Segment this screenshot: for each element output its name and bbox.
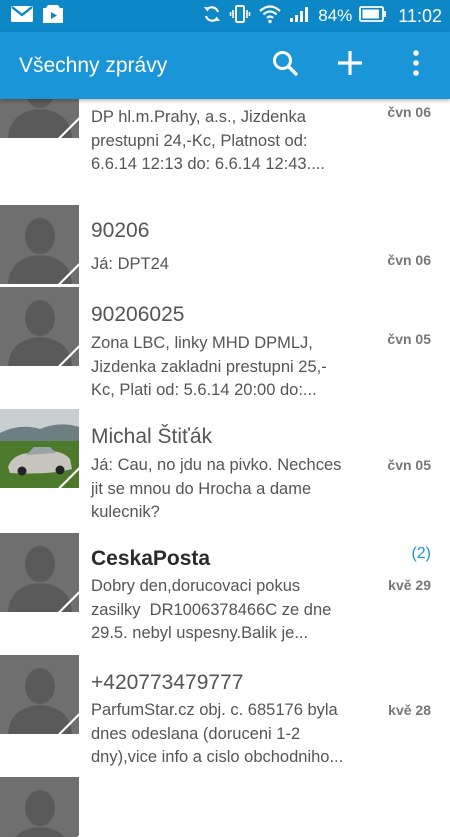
message-date: čvn 05 xyxy=(387,331,431,347)
snippet-line: dny),vice info a cislo obchodniho... xyxy=(91,748,344,766)
add-icon xyxy=(336,49,364,82)
message-snippet: Já: Cau, no jdu na pivko. Nechces jit se … xyxy=(91,454,381,525)
overflow-menu-icon xyxy=(411,49,421,82)
contact-name: CeskaPosta xyxy=(91,547,211,570)
conversation-row[interactable]: +420773479777 ParfumStar.cz obj. c. 68517… xyxy=(0,655,450,778)
message-date: čvn 06 xyxy=(387,252,431,268)
snippet-line: kulecnik? xyxy=(91,503,160,521)
snippet-line: Zona LBC, linky MHD DPMLJ, xyxy=(91,334,313,352)
message-date: čvn 05 xyxy=(387,457,431,473)
snippet-line: 29.5. nebyl uspesny.Balik je... xyxy=(91,624,309,642)
message-date: kvě 29 xyxy=(388,577,431,593)
wifi-icon xyxy=(258,4,282,29)
contact-avatar-icon[interactable] xyxy=(0,777,79,837)
search-button[interactable] xyxy=(268,48,302,82)
battery-percent: 84% xyxy=(318,6,353,25)
snippet-line: Kc, Plati od: 5.6.14 20:00 do:... xyxy=(91,381,317,399)
snippet-line: Dobry den,dorucovaci pokus xyxy=(91,577,301,595)
conversation-row[interactable]: 90206025 Zona LBC, linky MHD DPMLJ, Jizden… xyxy=(0,287,450,410)
contact-name: Michal Štiťák xyxy=(91,425,213,448)
conversation-row[interactable]: CeskaPosta Dobry den,dorucovaci pokus zasi… xyxy=(0,533,450,656)
contact-name: 90206025 xyxy=(91,303,185,326)
contact-avatar-icon[interactable] xyxy=(0,287,79,366)
sync-icon xyxy=(202,4,222,29)
conversation-row[interactable]: Michal Štiťák Já: Cau, no jdu na pivko. N… xyxy=(0,409,450,534)
message-snippet: Zona LBC, linky MHD DPMLJ, Jizdenka zakla… xyxy=(91,332,381,403)
snippet-line: Já: DPT24 xyxy=(91,255,169,273)
contact-name: 90206 xyxy=(91,219,150,242)
snippet-line: ParfumStar.cz obj. c. 685176 byla xyxy=(91,701,338,719)
unread-count-badge: (2) xyxy=(411,545,431,562)
snippet-line: prestupni 24,-Kc, Platnost od: xyxy=(91,131,308,150)
clock: 11:02 xyxy=(398,5,442,26)
contact-avatar-icon[interactable] xyxy=(0,655,79,734)
overflow-menu-button[interactable] xyxy=(399,48,433,82)
search-icon xyxy=(271,49,299,82)
conversation-row-partial[interactable] xyxy=(0,777,450,837)
contact-name: +420773479777 xyxy=(91,671,244,694)
battery-icon xyxy=(359,5,387,27)
snippet-line: Jizdenka zakladni prestupni 25,- xyxy=(91,357,327,376)
snippet-line: zasilky DR1006378466C ze dne xyxy=(91,600,332,619)
snippet-line: 6.6.14 12:13 do: 6.6.14 12:43.... xyxy=(91,155,325,173)
play-store-icon xyxy=(42,4,64,29)
contact-photo[interactable] xyxy=(0,409,79,488)
message-date: čvn 06 xyxy=(387,104,431,120)
notification-icons xyxy=(10,4,64,29)
new-message-button[interactable] xyxy=(333,48,367,82)
status-bar: 84% 11:02 xyxy=(0,0,450,32)
message-snippet: Já: DPT24 xyxy=(91,253,381,277)
system-indicators: 84% 11:02 xyxy=(202,4,442,29)
gmail-icon xyxy=(10,5,34,28)
message-snippet: DP hl.m.Prahy, a.s., Jizdenka prestupni 2… xyxy=(91,106,381,177)
snippet-line: DP hl.m.Prahy, a.s., Jizdenka xyxy=(91,108,306,126)
vibrate-icon xyxy=(229,4,251,29)
contact-avatar-icon[interactable] xyxy=(0,205,79,284)
snippet-line: jit se mnou do Hrocha a dame xyxy=(91,479,312,498)
snippet-line: dnes odeslana (doruceni 1-2 xyxy=(91,724,301,743)
signal-icon xyxy=(289,5,311,28)
page-title: Všechny zprávy xyxy=(19,54,168,77)
message-snippet: Dobry den,dorucovaci pokus zasilky DR1006… xyxy=(91,575,381,646)
snippet-line: Já: Cau, no jdu na pivko. Nechces xyxy=(91,456,342,474)
message-snippet: ParfumStar.cz obj. c. 685176 byla dnes od… xyxy=(91,699,381,770)
contact-avatar-icon[interactable] xyxy=(0,533,79,612)
message-date: kvě 28 xyxy=(388,702,431,718)
action-bar: Všechny zprávy xyxy=(0,32,450,99)
conversation-row[interactable]: 90206 Já: DPT24 čvn 06 xyxy=(0,205,450,288)
